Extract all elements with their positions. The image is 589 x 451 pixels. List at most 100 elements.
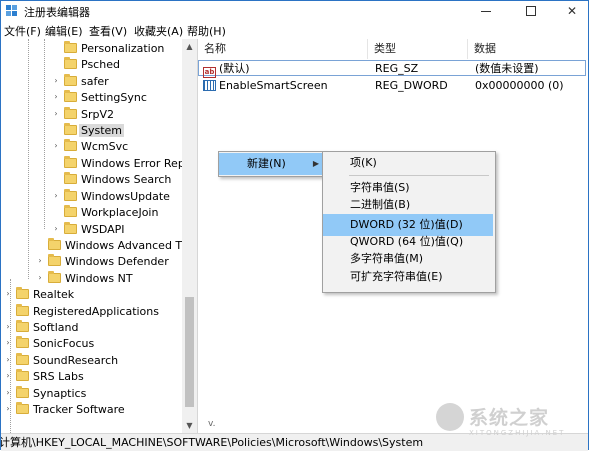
binary-value-icon xyxy=(203,80,216,91)
tree-item-windows-search[interactable]: Windows Search xyxy=(52,171,171,187)
window-title: 注册表编辑器 xyxy=(24,6,90,19)
chevron-right-icon[interactable]: › xyxy=(4,290,12,298)
folder-icon xyxy=(64,205,77,217)
tree-item-realtek[interactable]: › Realtek xyxy=(4,286,74,302)
tree-item-windowsupdate[interactable]: › WindowsUpdate xyxy=(52,188,170,204)
maximize-button[interactable] xyxy=(516,1,546,21)
chevron-right-icon[interactable]: › xyxy=(4,405,12,413)
minimize-icon xyxy=(481,10,491,12)
menu-favorites[interactable]: 收藏夹(A) xyxy=(134,23,183,39)
folder-icon xyxy=(16,304,29,316)
chevron-right-icon[interactable]: › xyxy=(36,274,44,282)
tree-item-softland[interactable]: › Softland xyxy=(4,319,78,335)
site-watermark-logo: 系统之家 XITONGZHIJIA.NET xyxy=(436,401,586,441)
tree-item-windows-defender[interactable]: › Windows Defender xyxy=(36,253,169,269)
chevron-right-icon[interactable]: › xyxy=(52,225,60,233)
folder-icon xyxy=(48,254,61,266)
chevron-right-icon[interactable]: › xyxy=(4,356,12,364)
menu-edit[interactable]: 编辑(E) xyxy=(45,23,83,39)
chevron-right-icon[interactable]: › xyxy=(4,339,12,347)
folder-icon xyxy=(64,189,77,201)
menu-file[interactable]: 文件(F) xyxy=(4,23,41,39)
tree-item-sonicfocus[interactable]: › SonicFocus xyxy=(4,335,94,351)
value-row-default[interactable]: ab (默认) REG_SZ (数值未设置) xyxy=(198,60,586,78)
folder-icon xyxy=(16,353,29,365)
folder-icon xyxy=(64,123,77,135)
menu-item-new[interactable]: 新建(N) ▶ xyxy=(219,153,325,175)
menu-item-key[interactable]: 项(K) xyxy=(323,152,495,174)
value-type: REG_DWORD xyxy=(375,79,448,92)
tree-item-srpv2[interactable]: › SrpV2 xyxy=(52,106,114,122)
key-tree-pane[interactable]: Personalization Psched › safer › Setting… xyxy=(1,39,198,433)
value-row-enablesmartscreen[interactable]: EnableSmartScreen REG_DWORD 0x00000000 (… xyxy=(198,78,588,94)
value-data: 0x00000000 (0) xyxy=(475,79,564,92)
menu-item-binary-value[interactable]: 二进制值(B) xyxy=(323,194,495,216)
string-value-icon: ab xyxy=(203,67,216,78)
menu-item-expandable-string-value[interactable]: 可扩充字符串值(E) xyxy=(323,266,495,288)
tree-item-windows-nt[interactable]: › Windows NT xyxy=(36,270,133,286)
list-mark: v. xyxy=(208,419,216,429)
chevron-right-icon[interactable]: › xyxy=(52,110,60,118)
folder-icon xyxy=(16,336,29,348)
context-menu: 新建(N) ▶ xyxy=(218,151,326,177)
tree-item-soundresearch[interactable]: › SoundResearch xyxy=(4,352,118,368)
tree-item-synaptics[interactable]: › Synaptics xyxy=(4,385,86,401)
tree-item-tracker-software[interactable]: › Tracker Software xyxy=(4,401,125,417)
folder-icon xyxy=(48,271,61,283)
chevron-right-icon[interactable]: › xyxy=(52,192,60,200)
folder-icon xyxy=(64,156,77,168)
menu-help[interactable]: 帮助(H) xyxy=(187,23,226,39)
regedit-app-icon xyxy=(6,5,19,17)
title-bar[interactable]: 注册表编辑器 ✕ xyxy=(1,1,588,21)
value-type: REG_SZ xyxy=(375,62,419,75)
chevron-right-icon[interactable]: › xyxy=(4,323,12,331)
column-header-name[interactable]: 名称 xyxy=(198,39,368,59)
chevron-right-icon[interactable]: › xyxy=(4,389,12,397)
tree-item-wsdapi[interactable]: › WSDAPI xyxy=(52,221,125,237)
folder-icon xyxy=(16,402,29,414)
tree-item-workplacejoin[interactable]: WorkplaceJoin xyxy=(52,204,158,220)
close-button[interactable]: ✕ xyxy=(557,1,587,21)
tree-item-windows-error-reporting[interactable]: Windows Error Repo xyxy=(52,155,192,171)
tree-item-safer[interactable]: › safer xyxy=(52,73,109,89)
tree-scrollbar[interactable]: ▲ ▼ xyxy=(182,39,197,433)
folder-icon xyxy=(64,41,77,53)
folder-icon xyxy=(64,74,77,86)
tree-item-registeredapplications[interactable]: RegisteredApplications xyxy=(4,303,159,319)
menu-separator xyxy=(349,175,489,176)
folder-icon xyxy=(16,287,29,299)
scroll-down-icon[interactable]: ▼ xyxy=(182,418,197,433)
menu-bar: 文件(F) 编辑(E) 查看(V) 收藏夹(A) 帮助(H) xyxy=(1,21,588,39)
minimize-button[interactable] xyxy=(471,1,501,21)
chevron-right-icon[interactable]: › xyxy=(52,142,60,150)
folder-icon xyxy=(16,386,29,398)
column-header-type[interactable]: 类型 xyxy=(368,39,468,59)
registry-editor-window: 注册表编辑器 ✕ 文件(F) 编辑(E) 查看(V) 收藏夹(A) 帮助(H) … xyxy=(0,0,589,451)
tree-item-wcmsvc[interactable]: › WcmSvc xyxy=(52,138,128,154)
column-header-data[interactable]: 数据 xyxy=(468,39,588,59)
folder-icon xyxy=(64,57,77,69)
folder-icon xyxy=(64,107,77,119)
folder-icon xyxy=(16,320,29,332)
value-data: (数值未设置) xyxy=(475,62,539,75)
tree-item-srs-labs[interactable]: › SRS Labs xyxy=(4,368,84,384)
tree-item-windows-advanced-threat[interactable]: Windows Advanced Thre xyxy=(36,237,197,253)
folder-icon xyxy=(64,90,77,102)
tree-item-system[interactable]: System xyxy=(52,122,125,138)
new-submenu: 项(K) 字符串值(S) 二进制值(B) DWORD (32 位)值(D) QW… xyxy=(322,151,496,293)
chevron-right-icon[interactable]: › xyxy=(52,77,60,85)
tree-item-personalization[interactable]: Personalization xyxy=(52,40,164,56)
tree-item-psched[interactable]: Psched xyxy=(52,56,120,72)
chevron-right-icon[interactable]: › xyxy=(4,372,12,380)
scrollbar-thumb[interactable] xyxy=(185,297,194,407)
chevron-right-icon[interactable]: › xyxy=(36,257,44,265)
chevron-right-icon[interactable]: › xyxy=(52,93,60,101)
tree-item-settingsync[interactable]: › SettingSync xyxy=(52,89,147,105)
folder-icon xyxy=(64,222,77,234)
folder-icon xyxy=(48,238,61,250)
maximize-icon xyxy=(526,6,536,16)
registry-path: 计算机\HKEY_LOCAL_MACHINE\SOFTWARE\Policies… xyxy=(1,436,424,449)
watermark-logo-icon xyxy=(436,403,464,431)
scroll-up-icon[interactable]: ▲ xyxy=(182,39,197,54)
menu-view[interactable]: 查看(V) xyxy=(89,23,127,39)
